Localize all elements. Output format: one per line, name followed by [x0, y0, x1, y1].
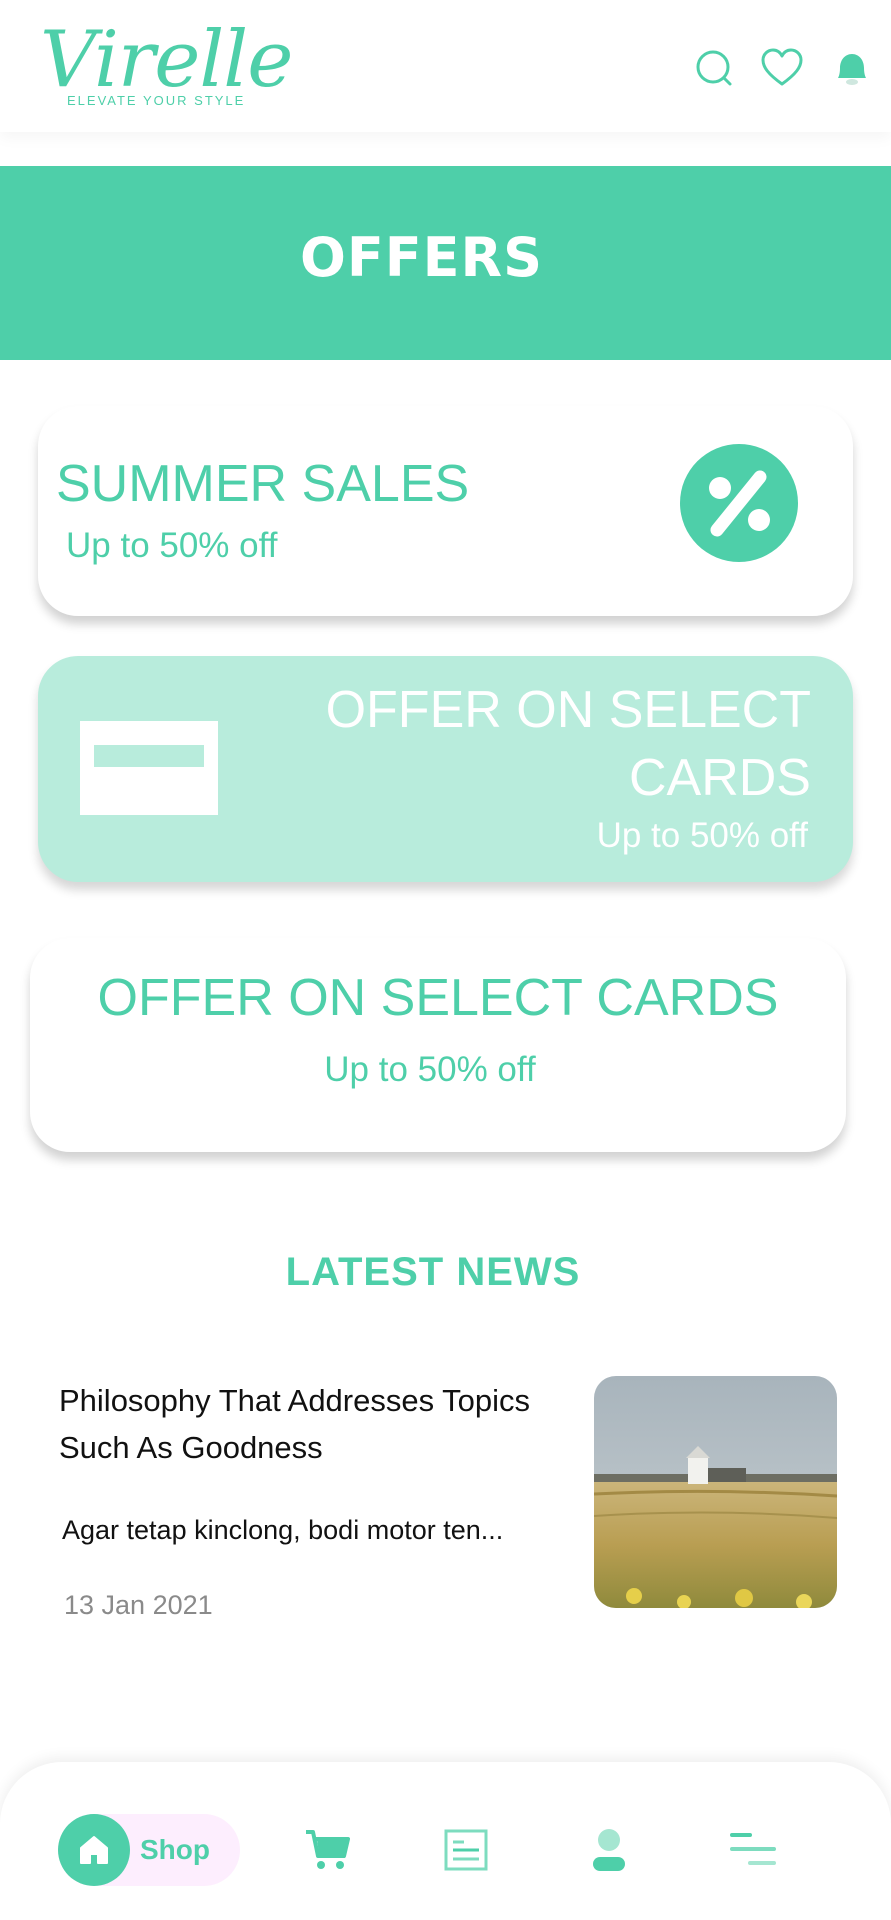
nav-shop-label: Shop	[140, 1834, 210, 1865]
offer-title: SUMMER SALES	[56, 455, 470, 513]
heart-icon[interactable]	[760, 46, 804, 90]
offer-subtitle: Up to 50% off	[324, 1050, 536, 1089]
menu-icon[interactable]	[725, 1822, 781, 1878]
news-item-date: 13 Jan 2021	[64, 1590, 213, 1620]
offer-card-select-cards-2[interactable]: OFFER ON SELECT CARDS Up to 50% off	[30, 938, 846, 1152]
news-item-title[interactable]: Philosophy That Addresses Topics Such As…	[59, 1377, 559, 1471]
cart-icon[interactable]	[300, 1822, 356, 1878]
brand-logo[interactable]: Virelle ELEVATE YOUR STYLE	[40, 10, 293, 120]
credit-card-icon	[80, 721, 218, 815]
offers-title: OFFERS	[299, 226, 544, 289]
news-item-excerpt: Agar tetap kinclong, bodi motor ten...	[62, 1515, 504, 1545]
nav-shop-tab[interactable]: Shop	[58, 1814, 240, 1886]
home-icon	[58, 1814, 130, 1886]
offer-card-summer-sales[interactable]: SUMMER SALES Up to 50% off	[38, 406, 853, 616]
bottom-nav: Shop	[0, 1762, 891, 1920]
latest-news-heading: LATEST NEWS	[285, 1250, 581, 1294]
offers-banner: OFFERS	[0, 166, 891, 360]
offer-subtitle: Up to 50% off	[596, 816, 808, 855]
search-icon[interactable]	[693, 46, 737, 90]
logo-tagline: ELEVATE YOUR STYLE	[67, 93, 246, 108]
profile-icon[interactable]	[581, 1822, 637, 1878]
percent-icon	[680, 444, 798, 562]
offer-subtitle: Up to 50% off	[66, 526, 278, 565]
news-item-image[interactable]	[594, 1376, 837, 1608]
app-header: Virelle ELEVATE YOUR STYLE	[0, 0, 891, 132]
offer-title: OFFER ON SELECT CARDS	[325, 681, 811, 807]
bell-icon[interactable]	[830, 46, 874, 90]
offer-card-select-cards[interactable]: OFFER ON SELECT CARDS Up to 50% off	[38, 656, 853, 882]
list-icon[interactable]	[438, 1822, 494, 1878]
offer-title: OFFER ON SELECT CARDS	[97, 969, 779, 1027]
